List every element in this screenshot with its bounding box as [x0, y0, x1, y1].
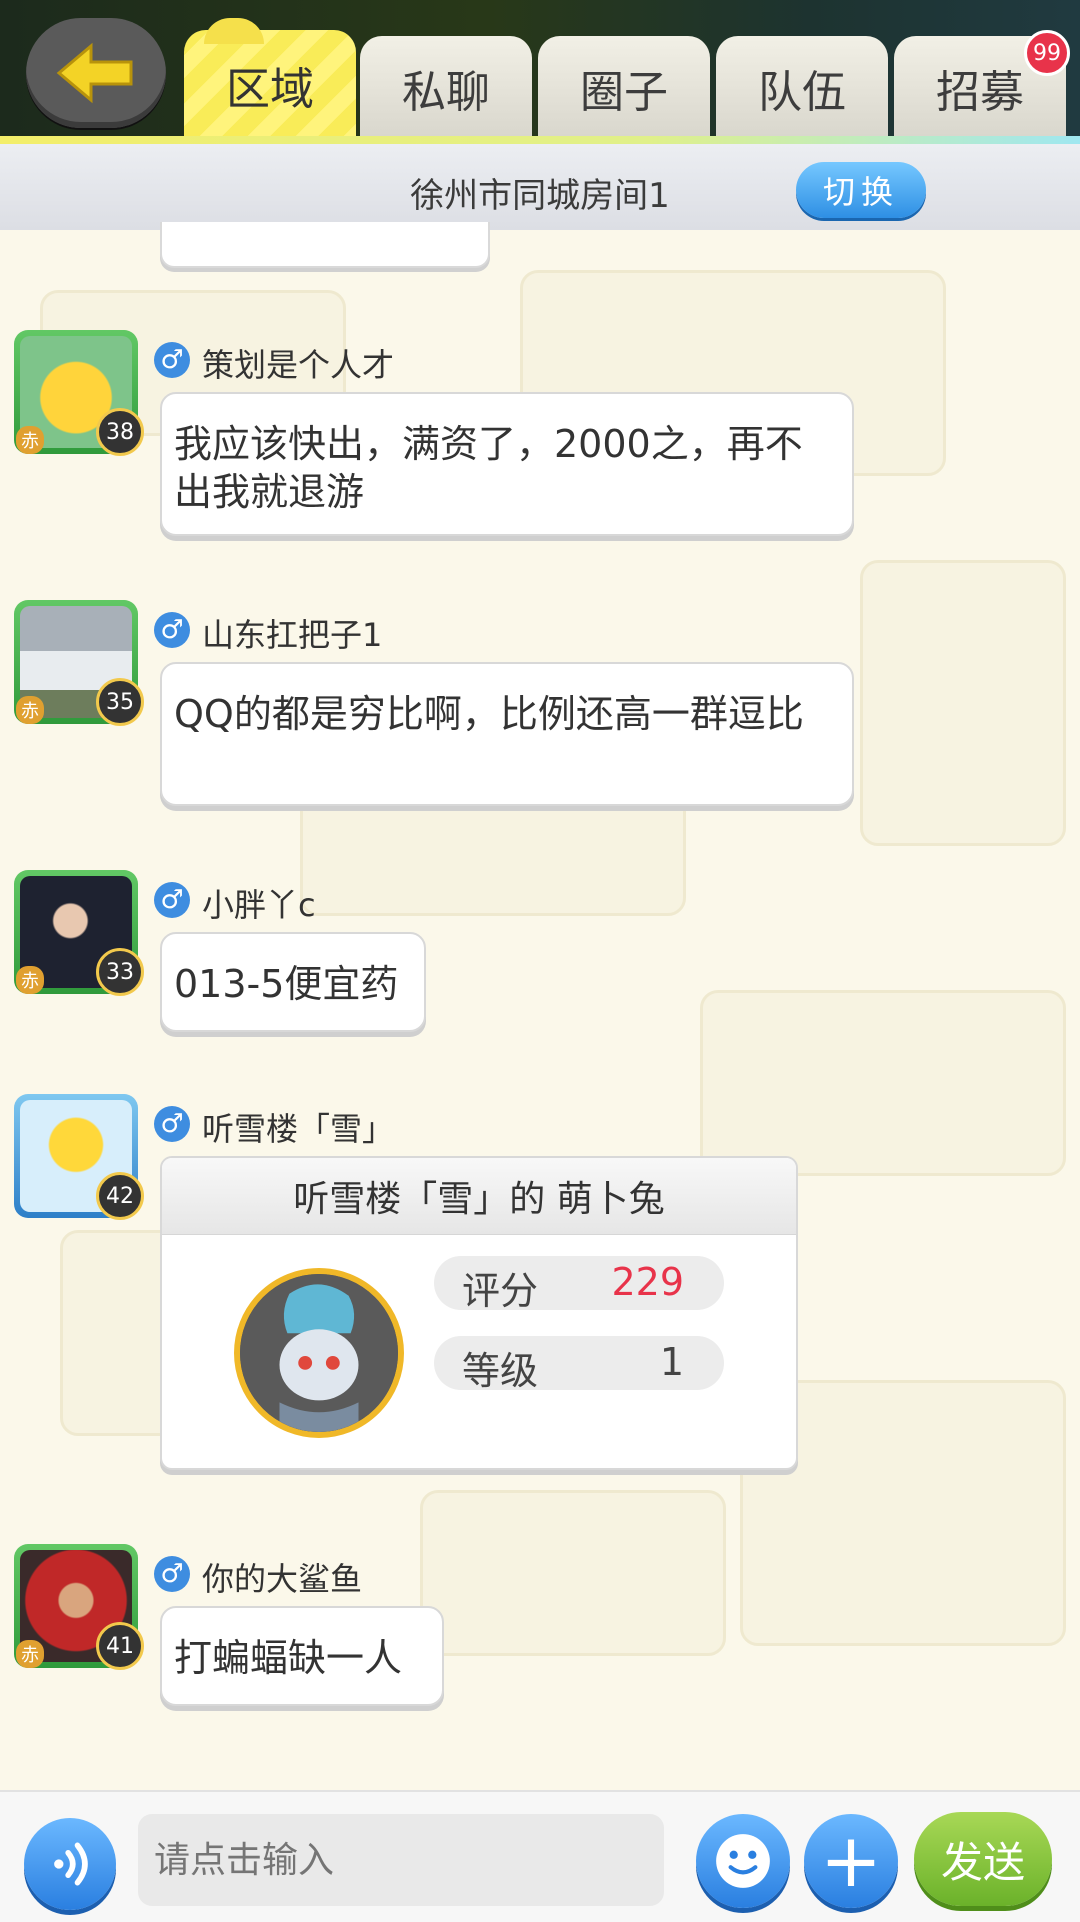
switch-room-button[interactable]: 切换	[796, 162, 926, 218]
send-button[interactable]: 发送	[914, 1812, 1052, 1906]
male-icon: ♂	[154, 1556, 190, 1592]
plus-icon: +	[819, 1818, 882, 1904]
voice-icon	[54, 1842, 88, 1886]
tab-label: 圈子	[580, 67, 668, 118]
grade-value: 1	[659, 1340, 684, 1384]
grade-label: 等级	[462, 1349, 539, 1393]
top-tab-bar: 区域 私聊 圈子 队伍 招募 99	[0, 0, 1080, 144]
voice-button[interactable]	[24, 1818, 116, 1910]
score-value: 229	[611, 1260, 684, 1304]
level-badge: 38	[96, 408, 144, 456]
grade-stat: 等级 1	[434, 1336, 724, 1393]
pet-portrait	[234, 1268, 404, 1438]
message-bubble: 我应该快出，满资了，2000之，再不出我就退游	[160, 392, 854, 536]
level-badge: 33	[96, 948, 144, 996]
tab-region[interactable]: 区域	[184, 18, 356, 140]
nickname: 听雪楼「雪」	[202, 1110, 395, 1148]
male-icon: ♂	[154, 342, 190, 378]
avatar[interactable]: 赤 38	[14, 330, 144, 456]
pet-card-title: 听雪楼「雪」的 萌卜兔	[162, 1158, 796, 1235]
nickname: 你的大鲨鱼	[202, 1560, 363, 1598]
back-button[interactable]	[26, 18, 166, 128]
tab-private-chat[interactable]: 私聊	[360, 36, 532, 140]
nickname: 小胖丫c	[202, 886, 316, 924]
tab-label: 招募	[936, 67, 1024, 118]
score-label: 评分	[462, 1269, 539, 1313]
nickname: 山东扛把子1	[202, 616, 383, 654]
level-badge: 35	[96, 678, 144, 726]
avatar[interactable]: 赤 33	[14, 870, 144, 996]
pet-rabbit-icon	[240, 1274, 398, 1432]
tab-circle[interactable]: 圈子	[538, 36, 710, 140]
male-icon: ♂	[154, 612, 190, 648]
input-bar: + 发送	[0, 1790, 1080, 1922]
previous-message-bubble	[160, 222, 490, 268]
smiley-icon	[716, 1834, 770, 1888]
tab-underline	[0, 136, 1080, 144]
avatar[interactable]: 赤 35	[14, 600, 144, 726]
tab-team[interactable]: 队伍	[716, 36, 888, 140]
nickname: 策划是个人才	[202, 346, 395, 384]
level-badge: 41	[96, 1622, 144, 1670]
tab-label: 私聊	[402, 67, 490, 118]
rank-icon: 赤	[16, 966, 44, 994]
tab-label: 区域	[226, 64, 314, 115]
pet-share-card[interactable]: 听雪楼「雪」的 萌卜兔 评分 229 等级 1	[160, 1156, 798, 1470]
chat-input[interactable]	[138, 1814, 664, 1906]
rank-icon: 赤	[16, 426, 44, 454]
emoji-button[interactable]	[696, 1814, 790, 1908]
back-arrow-icon	[56, 42, 133, 104]
male-icon: ♂	[154, 882, 190, 918]
male-icon: ♂	[154, 1106, 190, 1142]
score-stat: 评分 229	[434, 1256, 724, 1313]
message-bubble: 打蝙蝠缺一人	[160, 1606, 444, 1706]
tab-label: 队伍	[758, 67, 846, 118]
rank-icon: 赤	[16, 1640, 44, 1668]
avatar[interactable]: 赤 41	[14, 1544, 144, 1670]
rank-icon: 赤	[16, 696, 44, 724]
message-bubble: 013-5便宜药	[160, 932, 426, 1032]
message-bubble: QQ的都是穷比啊，比例还高一群逗比	[160, 662, 854, 806]
more-options-button[interactable]: +	[804, 1814, 898, 1908]
room-header: 徐州市同城房间1 切换	[0, 144, 1080, 230]
notification-badge: 99	[1024, 30, 1070, 76]
level-badge: 42	[96, 1172, 144, 1220]
avatar[interactable]: 42	[14, 1094, 144, 1220]
